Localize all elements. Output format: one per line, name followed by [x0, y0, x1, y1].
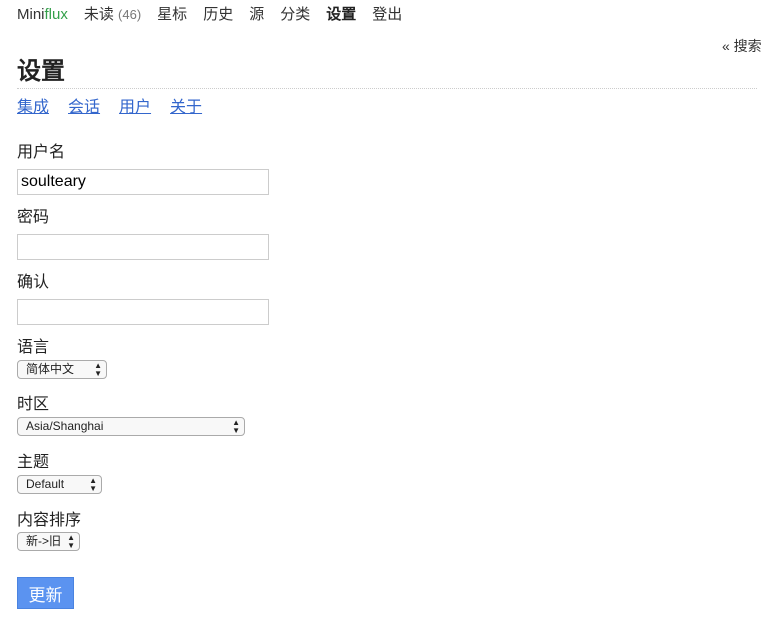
- subnav-about[interactable]: 关于: [170, 93, 202, 117]
- divider: [17, 88, 757, 89]
- timezone-label: 时区: [17, 396, 50, 413]
- language-value: 简体中文: [26, 362, 75, 376]
- nav-unread[interactable]: 未读 (46): [84, 5, 141, 25]
- nav-settings[interactable]: 设置: [326, 5, 356, 25]
- username-input[interactable]: [17, 169, 269, 195]
- unread-count: (46): [118, 7, 142, 22]
- nav-unread-label: 未读: [83, 6, 114, 23]
- nav-starred[interactable]: 星标: [157, 5, 187, 25]
- subnav-sessions[interactable]: 会话: [68, 93, 100, 117]
- language-label: 语言: [17, 339, 50, 356]
- theme-label: 主题: [17, 454, 50, 471]
- search-link[interactable]: « 搜索: [722, 36, 762, 56]
- nav-logout[interactable]: 登出: [372, 5, 402, 25]
- sort-label: 内容排序: [17, 512, 82, 529]
- select-arrows-icon: ▲ ▼: [89, 476, 97, 493]
- password-label: 密码: [17, 209, 50, 226]
- nav-categories[interactable]: 分类: [280, 5, 310, 25]
- theme-value: Default: [26, 477, 65, 491]
- confirm-label: 确认: [17, 274, 50, 291]
- select-arrows-icon: ▲ ▼: [94, 361, 102, 378]
- logo-text: Mini: [17, 6, 45, 23]
- update-button[interactable]: 更新: [17, 577, 74, 609]
- nav-feeds[interactable]: 源: [249, 5, 264, 25]
- timezone-select[interactable]: Asia/Shanghai ▲ ▼: [17, 417, 245, 436]
- page-title: 设置: [17, 58, 65, 85]
- settings-subnav: 集成 会话 用户 关于: [17, 93, 202, 117]
- username-label: 用户名: [17, 144, 66, 161]
- logo-text-accent: flux: [44, 6, 68, 23]
- password-input[interactable]: [17, 234, 269, 260]
- top-nav: Miniflux 未读 (46) 星标 历史 源 分类 设置 登出: [17, 5, 402, 25]
- subnav-integrations[interactable]: 集成: [17, 93, 49, 117]
- language-select[interactable]: 简体中文 ▲ ▼: [17, 360, 107, 379]
- confirm-password-input[interactable]: [17, 299, 269, 325]
- timezone-value: Asia/Shanghai: [26, 419, 104, 433]
- subnav-users[interactable]: 用户: [119, 93, 151, 117]
- nav-history[interactable]: 历史: [203, 5, 233, 25]
- sort-order-select[interactable]: 新->旧 ▲ ▼: [17, 532, 80, 551]
- select-arrows-icon: ▲ ▼: [67, 533, 75, 550]
- logo-link[interactable]: Miniflux: [17, 5, 68, 25]
- theme-select[interactable]: Default ▲ ▼: [17, 475, 102, 494]
- sort-value: 新->旧: [26, 534, 62, 548]
- select-arrows-icon: ▲ ▼: [232, 418, 240, 435]
